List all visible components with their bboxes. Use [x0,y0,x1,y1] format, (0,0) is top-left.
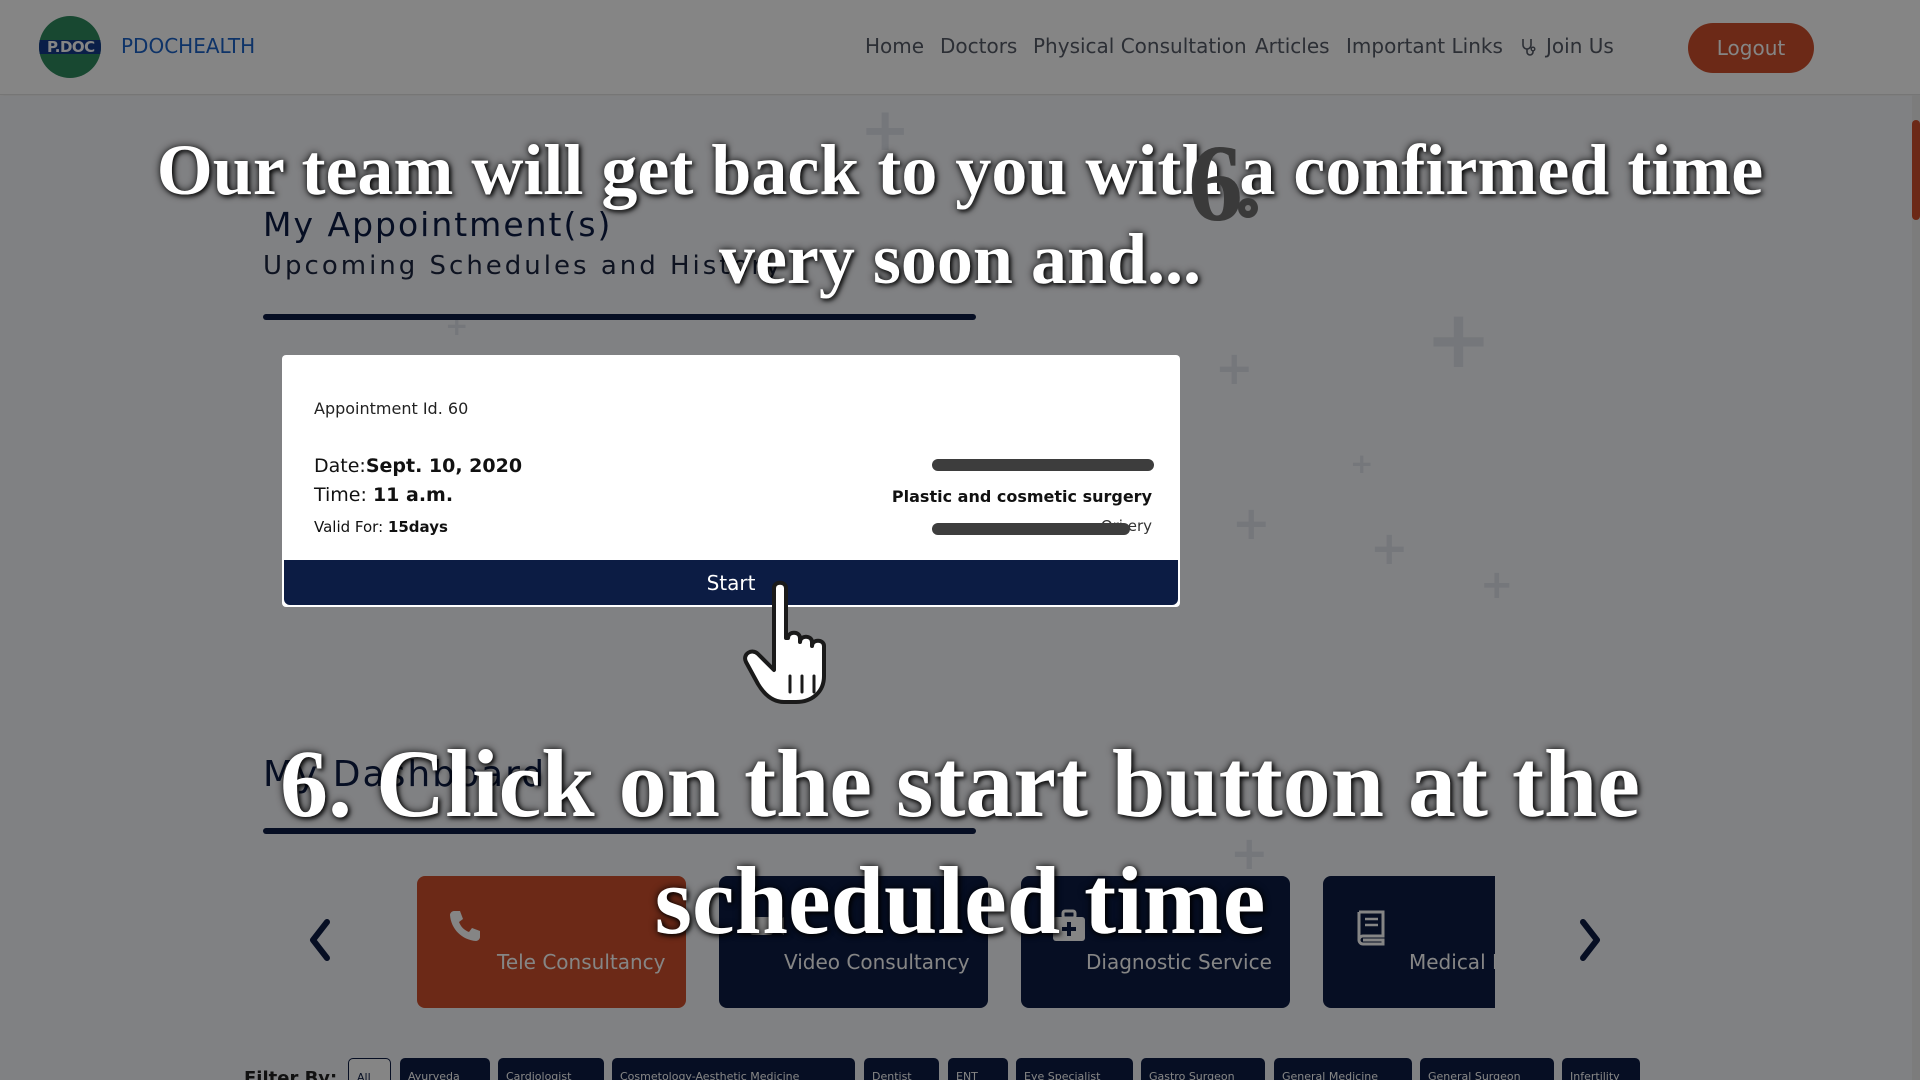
redacted-qualification [932,523,1130,535]
appointment-validity: Valid For: 15days [314,518,448,536]
appointment-id: Appointment Id. 60 [314,399,469,418]
tutorial-caption-top: Our team will get back to you with a con… [156,130,1764,300]
svg-text:6: 6 [1188,136,1243,228]
start-button[interactable]: Start [284,560,1178,605]
appointment-card: Appointment Id. 60 Date:Sept. 10, 2020 T… [282,355,1180,607]
appointment-time: Time: 11 a.m. [314,484,454,506]
redacted-doctor-name [932,459,1154,471]
hand-pointer-icon [743,580,826,704]
doctor-specialty: Plastic and cosmetic surgery [891,487,1152,506]
step-number-badge-icon: 6 [1188,136,1258,228]
tutorial-caption-bottom: 6. Click on the start button at the sche… [280,730,1640,955]
appointment-date: Date:Sept. 10, 2020 [314,455,523,477]
